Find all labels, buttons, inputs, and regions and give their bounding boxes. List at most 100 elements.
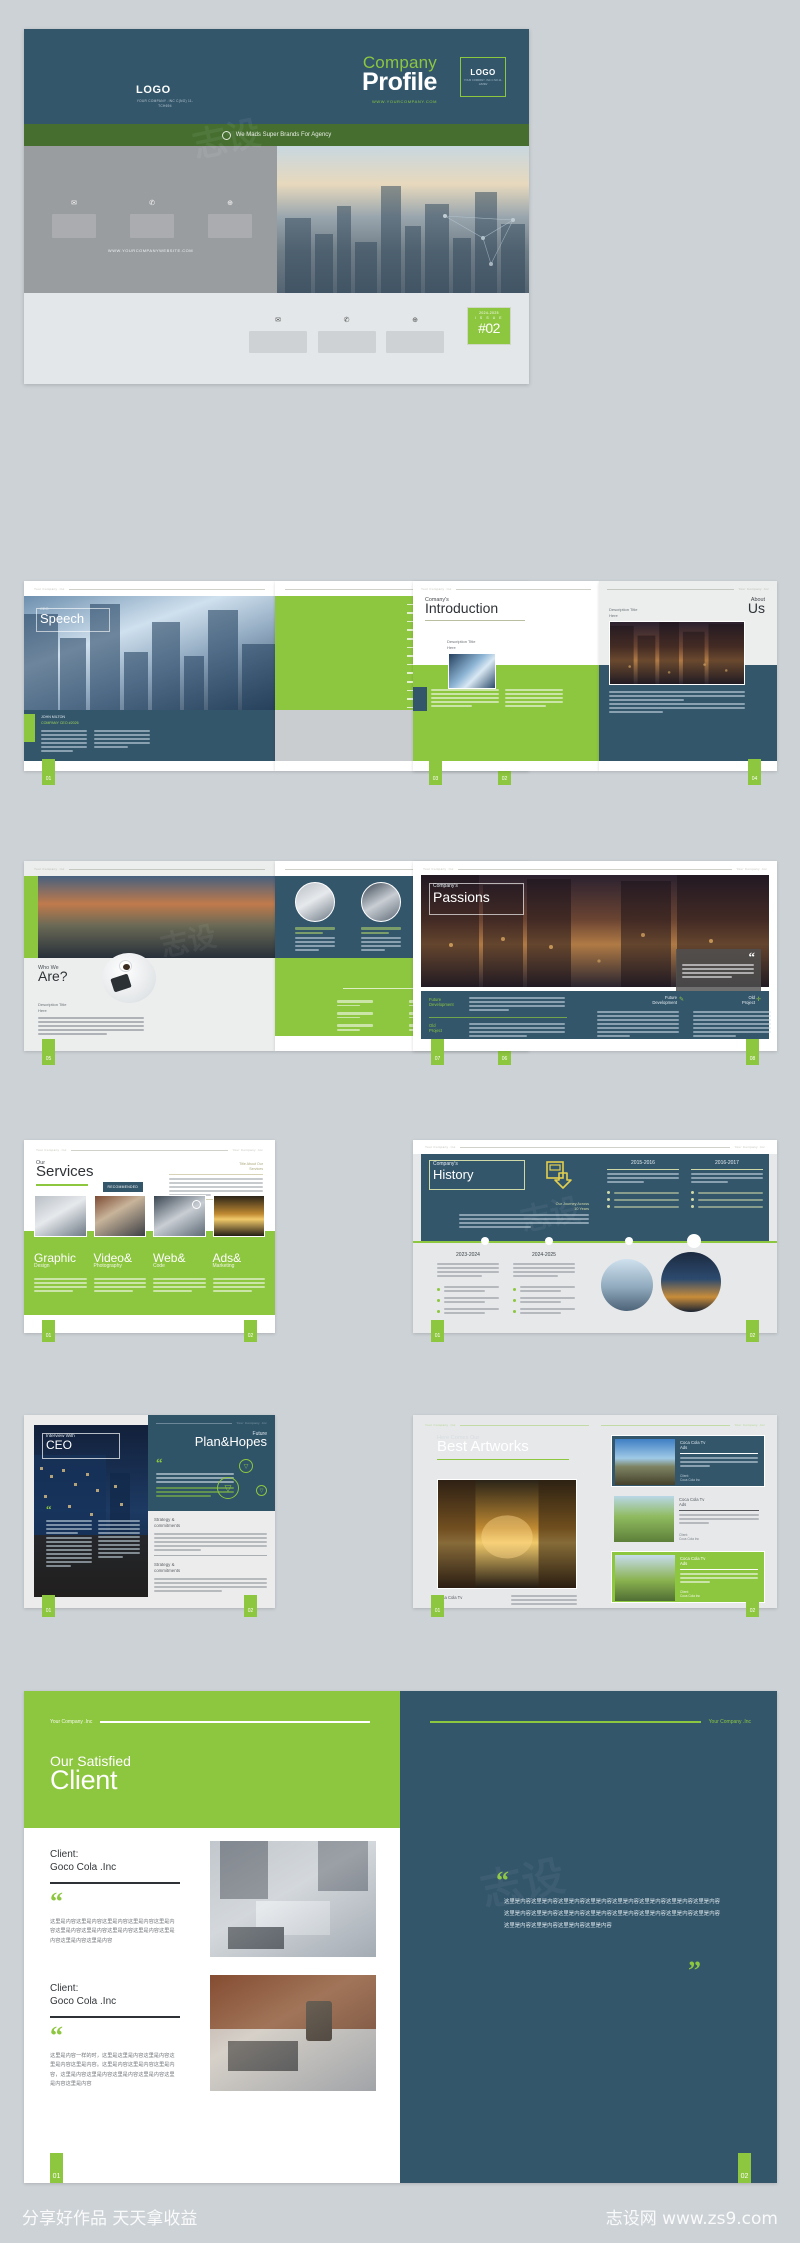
timeline-dot[interactable] xyxy=(625,1237,633,1245)
testimonial: Client: Goco Cola .Inc “ 这里是内容一样的时，这里是这里… xyxy=(50,1983,200,2090)
send-icon[interactable]: ▽ xyxy=(256,1485,267,1496)
service-card[interactable]: Web& Code xyxy=(153,1195,206,1321)
page-header-rule: Your Company .Inc xyxy=(607,587,769,591)
phone-icon xyxy=(110,973,132,993)
services-rule xyxy=(36,1184,88,1186)
who-hero-image xyxy=(38,876,275,958)
testimonial-body: 这里是内容一样的时，这里是这里是内容这里是内容这里是内容这里是内容。这里是内容这… xyxy=(50,2052,175,2088)
cover-top-band: LOGO YOUR COMPANY .INC C(NO) 11-TCH694 C… xyxy=(24,29,529,124)
footer: 分享好作品 天天拿收益 志设网 www.zs9.com xyxy=(0,2185,800,2243)
green-bar xyxy=(24,876,38,958)
testimonial-image xyxy=(210,1841,376,1957)
artwork-title: Coca Cola Tv Ads xyxy=(680,1556,706,1567)
spread-services: Your Company .Inc Your Company .Inc Our … xyxy=(24,1140,275,1342)
cover-website: WWW.YOURCOMPANY.COM xyxy=(371,99,437,104)
web-placeholder xyxy=(208,214,252,238)
artworks-title-block: Here Comes Our Best Artworks xyxy=(437,1435,569,1460)
speech-signature-name: JOHN MILTON xyxy=(41,715,66,719)
header-company: Your Company .Inc xyxy=(421,587,452,591)
history-title: History xyxy=(433,1167,474,1182)
artwork-item[interactable]: Coca Cola Tv Ads Client: Coca Cola Inc xyxy=(611,1493,765,1545)
plan-title-block: Future Plan&Hopes xyxy=(195,1431,267,1449)
artwork-client: Client: Coca Cola Inc xyxy=(680,1473,701,1482)
header-company: Your Company .Inc xyxy=(738,587,769,591)
service-body xyxy=(34,1278,87,1292)
timeline-dot[interactable] xyxy=(545,1237,553,1245)
ceo-body-col2 xyxy=(98,1520,140,1558)
divider xyxy=(429,1017,567,1018)
timeline-dot-active[interactable] xyxy=(687,1234,701,1248)
history-bullets xyxy=(691,1191,763,1208)
who-body xyxy=(38,1017,144,1035)
issue-number: #02 xyxy=(478,320,500,336)
services-title-block: Our Services xyxy=(36,1160,94,1186)
speech-text-col1 xyxy=(41,730,87,752)
artworks-caption-body xyxy=(511,1595,577,1605)
page-header-rule: Your Company .Inc xyxy=(34,587,265,591)
testimonial-client: Client: Goco Cola .Inc xyxy=(50,1849,117,1873)
testimonial-body: 这里是内容这里是内容这里是内容这里是内容这里是内容这里是内容这里是内容这里是内容… xyxy=(50,1918,175,1944)
history-period-body xyxy=(691,1173,763,1183)
history-bullets xyxy=(607,1191,679,1208)
history-bullets xyxy=(513,1286,575,1314)
send-icon[interactable]: ▽ xyxy=(239,1459,253,1473)
spread-artworks: Your Company .Inc Your Company .Inc Here… xyxy=(413,1415,777,1617)
info-phone: ✆ xyxy=(317,309,376,353)
member-bio xyxy=(295,937,335,951)
spread-introduction: Your Company .Inc Comany's Introduction … xyxy=(413,581,599,785)
service-card[interactable]: RECOMMENDED Video& Photography xyxy=(93,1182,146,1321)
phone-placeholder xyxy=(130,214,174,238)
cover-logo: LOGO xyxy=(136,84,171,96)
bullet-icon xyxy=(513,1298,516,1302)
issue-badge: 2024-2025 I S S U E #02 xyxy=(467,307,511,345)
divider xyxy=(50,1882,180,1884)
header-company: Your Company .Inc xyxy=(236,1421,267,1425)
page-header-rule: Your Company .Inc xyxy=(156,1421,267,1425)
intro-rule xyxy=(425,620,525,621)
intro-image xyxy=(448,653,496,689)
about-title: Us xyxy=(747,600,765,616)
artwork-body xyxy=(680,1457,758,1467)
service-card[interactable]: Graphic Design xyxy=(34,1195,87,1321)
team-member xyxy=(295,882,335,951)
cover-logo-box-sub: YOUR COMPANY .INC C.NO.11-12M99/ xyxy=(463,78,503,86)
mail-field xyxy=(249,331,307,353)
artwork-client: Client: Coca Cola Inc xyxy=(680,1589,701,1598)
spread-client: Your Company .Inc Our Satisfied Client C… xyxy=(24,1691,777,2183)
spread-history: Your Company .Inc Your Company .Inc Comp… xyxy=(413,1140,777,1342)
history-journey-body xyxy=(459,1214,589,1228)
timeline-dot[interactable] xyxy=(481,1237,489,1245)
coffee-desk-image xyxy=(102,953,156,1003)
phone-field xyxy=(317,331,376,353)
artwork-item[interactable]: Coca Cola Tv Ads Client: Coca Cola Inc xyxy=(611,1551,765,1603)
stat-label xyxy=(337,1012,373,1019)
artwork-item[interactable]: Coca Cola Tv Ads Client: Coca Cola Inc xyxy=(611,1435,765,1487)
footer-right-text: 志设网 www.zs9.com xyxy=(605,2209,778,2229)
history-period-block: 2023-2024 xyxy=(437,1252,499,1314)
quote-icon: “ xyxy=(50,1886,63,1916)
cover-info-row: ✉ ✆ ⊕ xyxy=(249,309,444,353)
mail-placeholder xyxy=(52,214,96,238)
bullet-icon xyxy=(691,1205,694,1208)
info-web: ⊕ xyxy=(386,309,444,353)
page-number-right: 02 xyxy=(244,1320,257,1342)
history-image-city xyxy=(661,1252,721,1312)
send-icon[interactable]: ▽ xyxy=(217,1477,239,1499)
stat-label xyxy=(337,1000,373,1007)
client-title-block: Our Satisfied Client xyxy=(50,1753,131,1796)
phone-icon: ✆ xyxy=(343,317,350,324)
history-period: 2024-2025 xyxy=(532,1252,556,1258)
spread-who-we-are: Your Company .Inc Who We Are? Descriptio… xyxy=(24,861,275,1065)
team-stat xyxy=(337,1000,373,1031)
quote-icon: “ xyxy=(46,1504,52,1516)
strategy-block-1: Strategy & commitments xyxy=(154,1517,267,1552)
client-header-rule: Your Company .Inc xyxy=(50,1719,370,1725)
about-title-block: About Us xyxy=(748,597,765,616)
passions-col-label: Future Development xyxy=(652,995,677,1006)
who-title: Are? xyxy=(38,968,68,984)
page-number-right: 02 xyxy=(746,1320,759,1342)
artwork-body xyxy=(680,1573,758,1583)
history-bullets xyxy=(437,1286,499,1314)
page-number-left: 01 xyxy=(42,1595,55,1617)
service-card[interactable]: Ads& Marketing xyxy=(212,1195,265,1321)
